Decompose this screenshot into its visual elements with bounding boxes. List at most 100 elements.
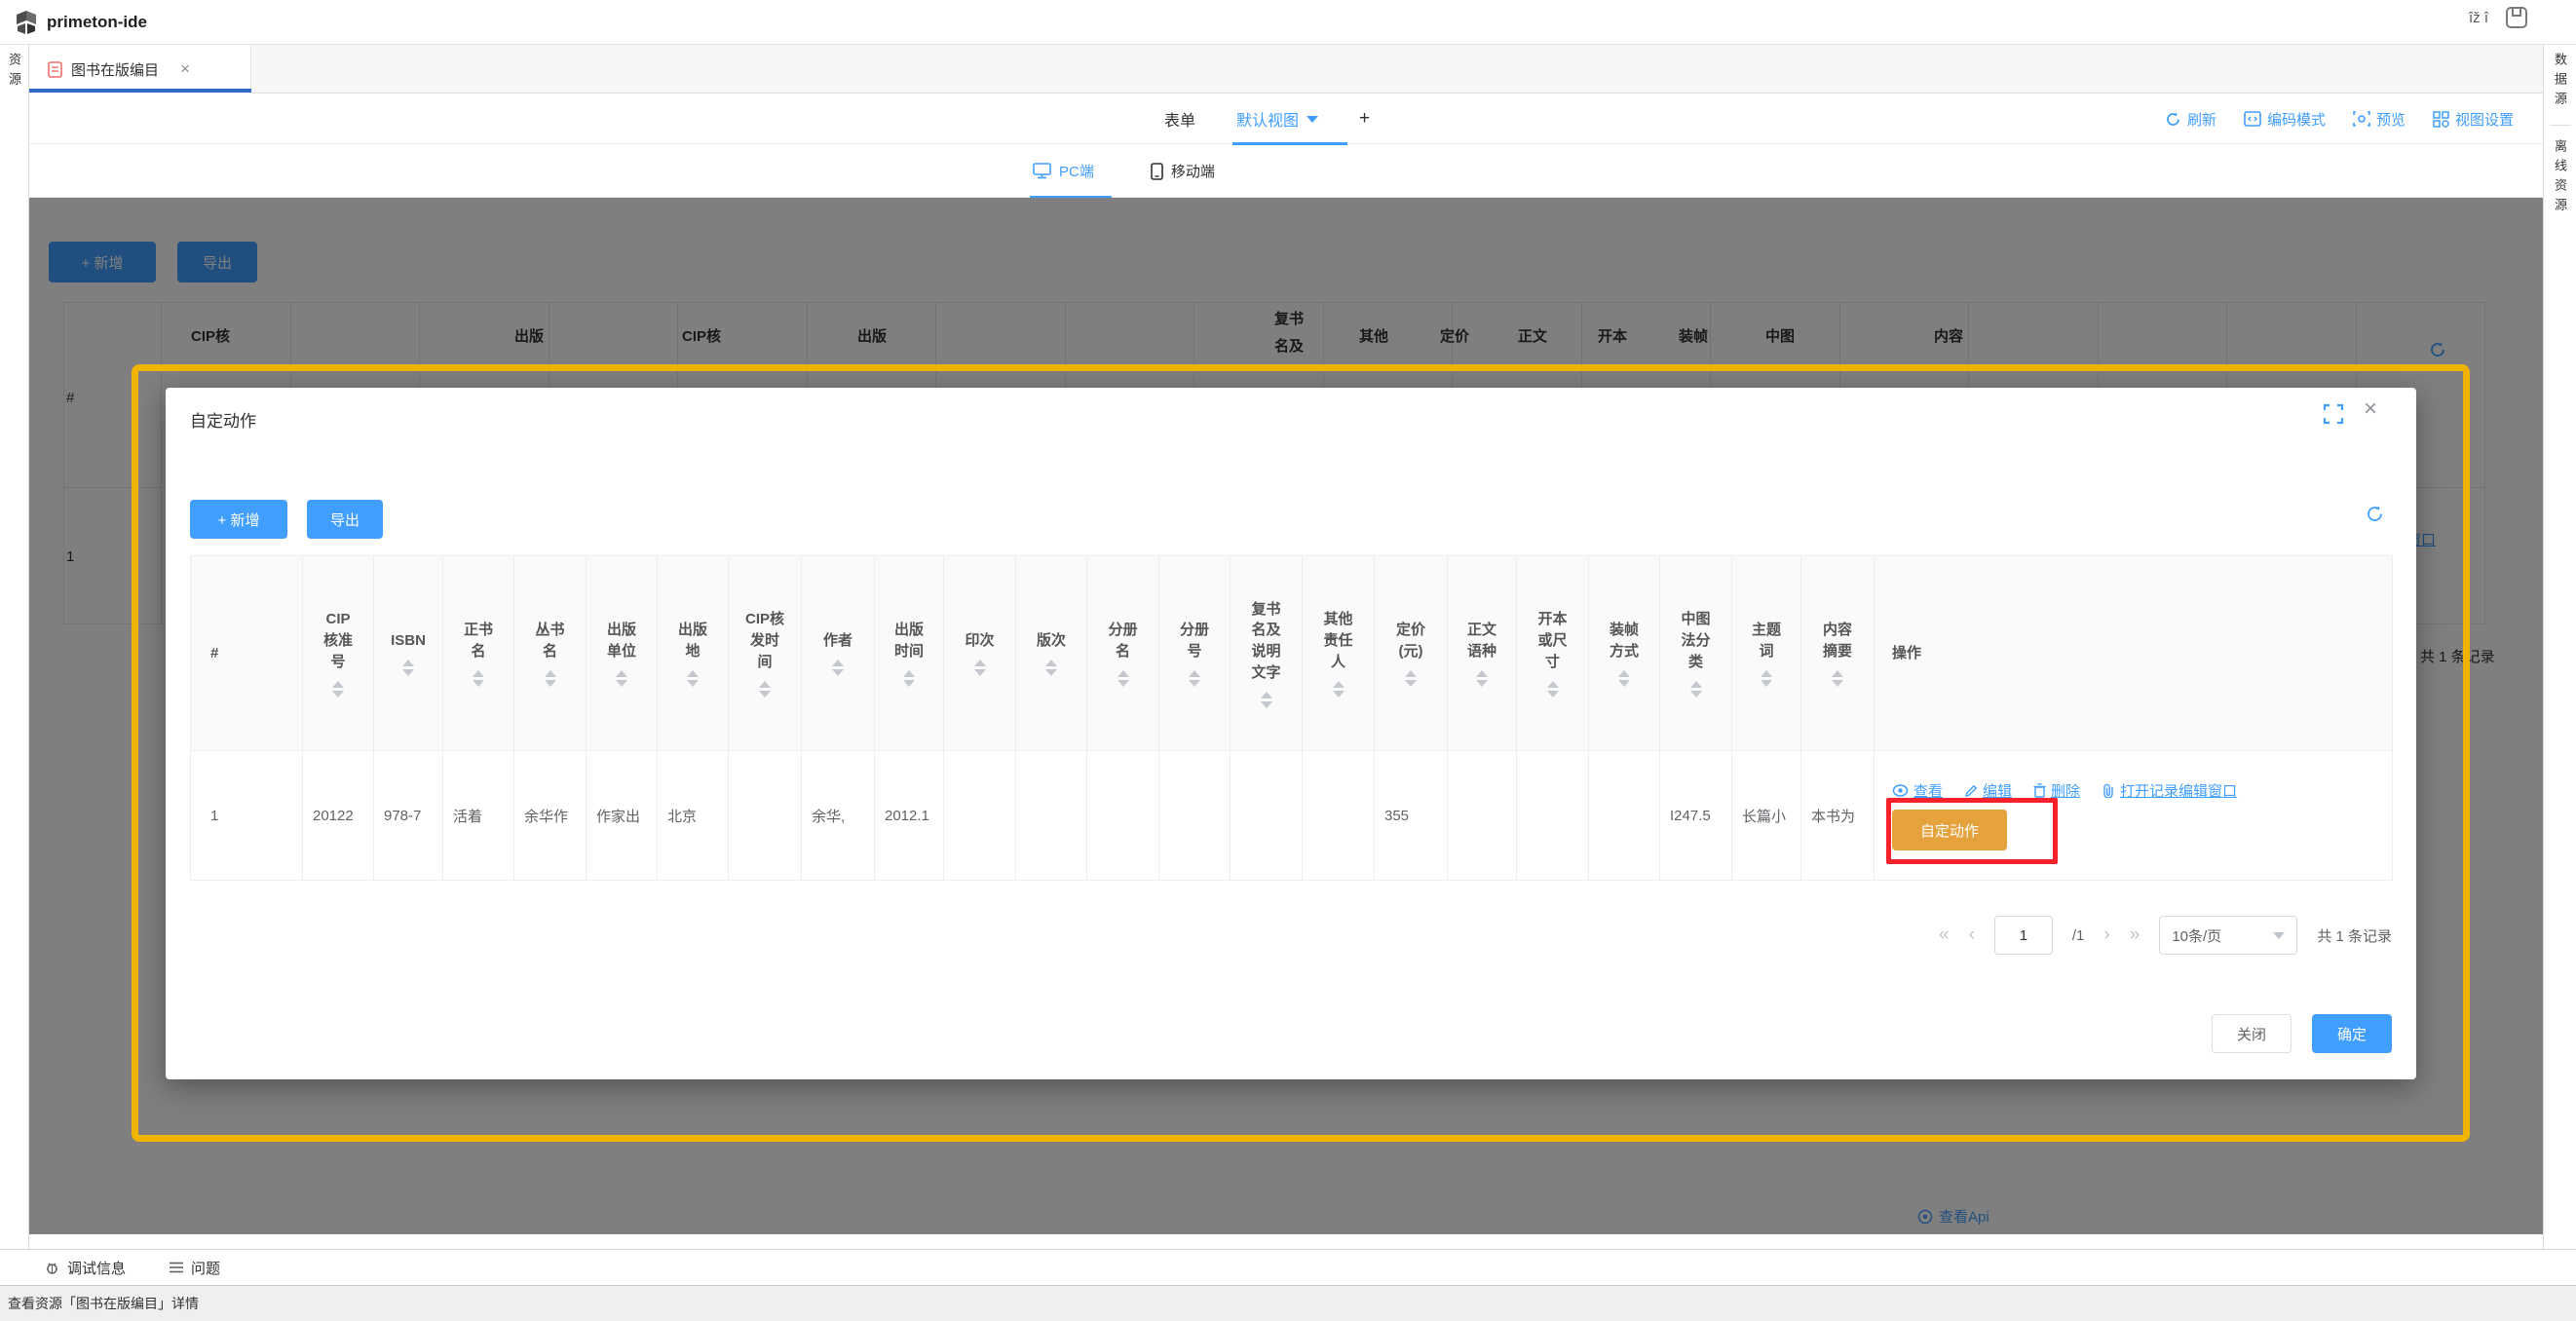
sort-arrows-icon[interactable]: [1033, 660, 1070, 676]
column-header[interactable]: 版次: [1016, 556, 1087, 751]
sort-arrows-icon[interactable]: [1319, 681, 1357, 698]
eye-icon: [1917, 1209, 1933, 1225]
tab-strip: 图书在版编目 ×: [29, 45, 2543, 94]
delete-link[interactable]: 删除: [2033, 780, 2080, 801]
column-header[interactable]: 其他责任人: [1303, 556, 1375, 751]
column-header[interactable]: 内容摘要: [1801, 556, 1875, 751]
edit-link[interactable]: 编辑: [1964, 780, 2012, 801]
sort-arrows-icon[interactable]: [603, 670, 640, 687]
column-header[interactable]: 正文语种: [1448, 556, 1517, 751]
sort-arrows-icon[interactable]: [1818, 670, 1857, 687]
tab-close-icon[interactable]: ×: [180, 59, 190, 79]
column-header: #: [191, 556, 303, 751]
column-header[interactable]: 出版地: [658, 556, 729, 751]
problems-tab[interactable]: 问题: [169, 1258, 220, 1278]
modal-close-icon[interactable]: ×: [2364, 396, 2377, 423]
column-header[interactable]: 中图法分类: [1660, 556, 1732, 751]
column-header[interactable]: 开本或尺寸: [1517, 556, 1589, 751]
sort-arrows-icon[interactable]: [891, 670, 927, 687]
refresh-button[interactable]: 刷新: [2165, 109, 2216, 130]
preview-button[interactable]: 预览: [2353, 109, 2406, 130]
column-header[interactable]: 作者: [802, 556, 875, 751]
document-icon: [47, 60, 63, 79]
sort-arrows-icon[interactable]: [1749, 670, 1784, 687]
save-icon[interactable]: [2504, 5, 2529, 30]
next-page-button[interactable]: ›: [2103, 916, 2109, 955]
column-header[interactable]: 分册名: [1087, 556, 1159, 751]
column-header[interactable]: 正书名: [443, 556, 514, 751]
sort-arrows-icon[interactable]: [818, 660, 857, 676]
column-header[interactable]: 丛书名: [514, 556, 587, 751]
column-header[interactable]: 装帧方式: [1589, 556, 1660, 751]
column-header[interactable]: 复书名及说明文字: [1231, 556, 1303, 751]
modal-export-button[interactable]: 导出: [307, 500, 383, 539]
column-header[interactable]: CIP核发时间: [729, 556, 802, 751]
column-header[interactable]: ISBN: [374, 556, 443, 751]
page-size-select[interactable]: 10条/页: [2159, 916, 2297, 955]
sort-arrows-icon[interactable]: [1464, 670, 1499, 687]
cell: [1517, 751, 1589, 881]
view-settings-icon: [2433, 111, 2449, 128]
view-link[interactable]: 查看: [1892, 780, 1943, 801]
close-button[interactable]: 关闭: [2212, 1014, 2292, 1053]
modal-title: 自定动作: [190, 407, 256, 432]
sort-arrows-icon[interactable]: [674, 670, 711, 687]
sort-arrows-icon[interactable]: [320, 681, 357, 698]
app-logo-icon: [13, 9, 40, 36]
sort-arrows-icon[interactable]: [531, 670, 569, 687]
device-tabs-row: PC端 移动端: [29, 144, 2543, 198]
right-rail-offline-resources[interactable]: 离线资源: [2551, 139, 2569, 217]
bg-view-api-link[interactable]: 查看Api: [1917, 1206, 1989, 1227]
prev-page-button[interactable]: ‹: [1969, 916, 1975, 955]
tab-book-cip[interactable]: 图书在版编目 ×: [29, 45, 251, 94]
column-header[interactable]: CIP核准号: [303, 556, 374, 751]
column-header[interactable]: 印次: [944, 556, 1016, 751]
bg-add-button[interactable]: + 新增: [49, 242, 156, 283]
view-settings-button[interactable]: 视图设置: [2433, 109, 2514, 130]
sort-arrows-icon[interactable]: [1104, 670, 1142, 687]
add-view-button[interactable]: +: [1359, 108, 1370, 130]
cell: 2012.1: [875, 751, 944, 881]
fullscreen-icon[interactable]: [2322, 402, 2345, 426]
column-header[interactable]: 主题词: [1732, 556, 1801, 751]
sort-arrows-icon[interactable]: [1391, 670, 1430, 687]
first-page-button[interactable]: «: [1939, 916, 1950, 955]
sort-arrows-icon[interactable]: [391, 660, 426, 676]
sort-arrows-icon[interactable]: [961, 660, 999, 676]
left-rail-resources[interactable]: 资源: [5, 53, 23, 92]
tab-mobile-label: 移动端: [1171, 161, 1215, 181]
sort-arrows-icon[interactable]: [1534, 681, 1572, 698]
bg-export-button[interactable]: 导出: [177, 242, 257, 283]
modal-add-button[interactable]: + 新增: [190, 500, 287, 539]
bg-refresh-icon[interactable]: [2429, 341, 2446, 359]
tab-default-view[interactable]: 默认视图: [1236, 94, 1318, 144]
code-mode-button[interactable]: 编码模式: [2244, 109, 2326, 130]
right-rail: 数据源 离线资源: [2543, 45, 2576, 1249]
sort-arrows-icon[interactable]: [1606, 670, 1643, 687]
sort-arrows-icon[interactable]: [745, 681, 784, 698]
page-input[interactable]: [1994, 916, 2053, 955]
column-header[interactable]: 分册号: [1159, 556, 1231, 751]
column-header[interactable]: 出版单位: [587, 556, 658, 751]
app-window: primeton-ide îž î 资源 数据源 离线资源 图书在版编目 ×: [0, 0, 2576, 1321]
cell: 余华,: [802, 751, 875, 881]
code-mode-icon: [2244, 111, 2261, 127]
column-header[interactable]: 出版时间: [875, 556, 944, 751]
ok-button[interactable]: 确定: [2312, 1014, 2392, 1053]
open-record-editor-link[interactable]: 打开记录编辑窗口: [2102, 780, 2237, 801]
modal-refresh-icon[interactable]: [2366, 505, 2384, 523]
cell: 北京: [658, 751, 729, 881]
sort-arrows-icon[interactable]: [1176, 670, 1213, 687]
debug-info-tab[interactable]: 调试信息: [44, 1258, 126, 1278]
last-page-button[interactable]: »: [2130, 916, 2140, 955]
sort-arrows-icon[interactable]: [1677, 681, 1715, 698]
tab-mobile[interactable]: 移动端: [1151, 144, 1215, 198]
right-rail-datasource[interactable]: 数据源: [2551, 53, 2569, 111]
sort-arrows-icon[interactable]: [460, 670, 497, 687]
tab-form[interactable]: 表单: [1164, 107, 1195, 131]
sort-arrows-icon[interactable]: [1247, 692, 1285, 708]
bg-header-fragment: 出版: [514, 325, 544, 346]
tab-pc[interactable]: PC端: [1033, 144, 1094, 198]
custom-action-button[interactable]: 自定动作: [1892, 810, 2007, 850]
column-header[interactable]: 定价(元): [1375, 556, 1448, 751]
